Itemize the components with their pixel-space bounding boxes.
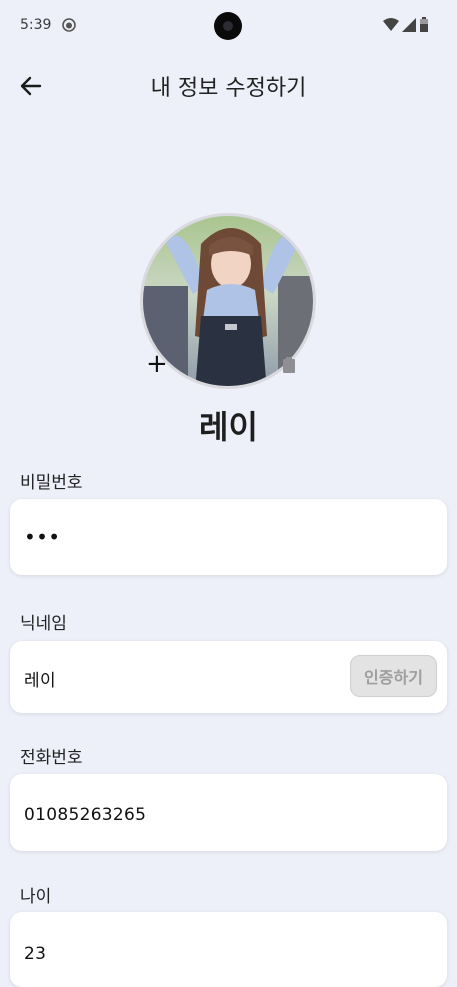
age-field[interactable]: 23: [10, 912, 447, 987]
battery-icon: [420, 17, 428, 32]
status-icons: [383, 17, 429, 32]
phone-value: 01085263265: [24, 805, 147, 825]
trash-icon[interactable]: [282, 357, 296, 373]
app-bar: 내 정보 수정하기: [0, 58, 457, 114]
status-bar: 5:39: [0, 0, 457, 52]
profile-name: 레이: [199, 408, 258, 446]
wifi-icon: [383, 18, 399, 31]
phone-label: 전화번호: [20, 748, 83, 768]
add-photo-button[interactable]: +: [146, 351, 168, 377]
nickname-field[interactable]: 레이 인증하기: [10, 641, 447, 713]
github-icon: [62, 18, 76, 32]
password-field[interactable]: •••: [10, 499, 447, 575]
status-time: 5:39: [20, 17, 52, 33]
verify-button[interactable]: 인증하기: [350, 655, 437, 697]
password-value: •••: [24, 525, 61, 549]
age-value: 23: [24, 944, 47, 964]
nickname-label: 닉네임: [20, 614, 67, 634]
password-label: 비밀번호: [20, 473, 83, 493]
cell-signal-icon: [402, 17, 416, 32]
page-title: 내 정보 수정하기: [150, 76, 307, 101]
phone-field[interactable]: 01085263265: [10, 774, 447, 851]
nickname-value: 레이: [24, 671, 56, 691]
front-camera: [214, 12, 242, 40]
age-label: 나이: [20, 887, 52, 907]
profile-photo-section: +: [140, 213, 318, 391]
